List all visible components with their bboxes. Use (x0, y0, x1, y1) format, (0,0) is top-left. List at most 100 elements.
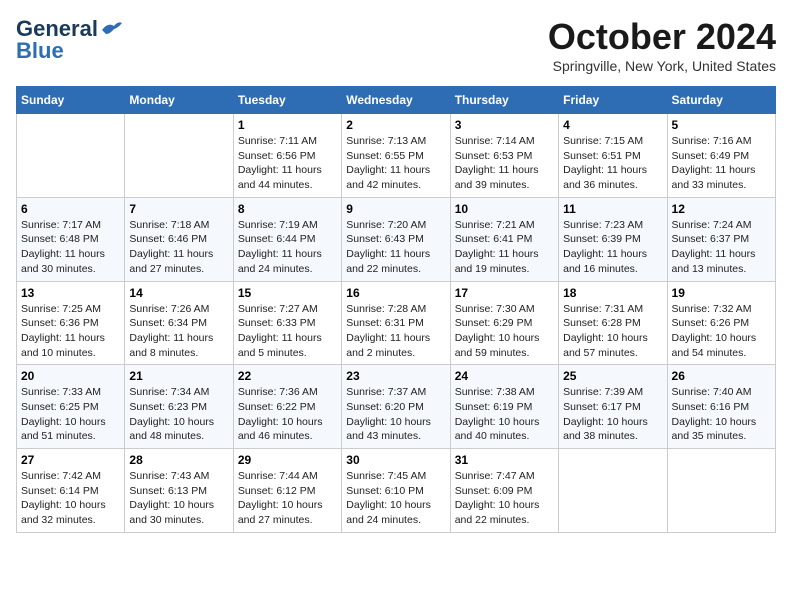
week-row-3: 13 Sunrise: 7:25 AM Sunset: 6:36 PM Dayli… (17, 281, 776, 365)
header-day-sunday: Sunday (17, 87, 125, 114)
day-number: 12 (672, 202, 771, 216)
cell-content: Sunrise: 7:43 AM Sunset: 6:13 PM Dayligh… (129, 469, 228, 528)
logo-bird-icon (100, 20, 122, 38)
header-day-wednesday: Wednesday (342, 87, 450, 114)
cell-content: Sunrise: 7:25 AM Sunset: 6:36 PM Dayligh… (21, 302, 120, 361)
day-number: 15 (238, 286, 337, 300)
cell-content: Sunrise: 7:40 AM Sunset: 6:16 PM Dayligh… (672, 385, 771, 444)
cell-content: Sunrise: 7:18 AM Sunset: 6:46 PM Dayligh… (129, 218, 228, 277)
calendar-cell: 31Sunrise: 7:47 AM Sunset: 6:09 PM Dayli… (450, 449, 558, 533)
cell-content: Sunrise: 7:33 AM Sunset: 6:25 PM Dayligh… (21, 385, 120, 444)
month-title: October 2024 (548, 16, 776, 58)
day-number: 7 (129, 202, 228, 216)
day-number: 18 (563, 286, 662, 300)
cell-content: Sunrise: 7:36 AM Sunset: 6:22 PM Dayligh… (238, 385, 337, 444)
calendar-cell: 23 Sunrise: 7:37 AM Sunset: 6:20 PM Dayli… (342, 365, 450, 449)
cell-content: Sunrise: 7:45 AM Sunset: 6:10 PM Dayligh… (346, 469, 445, 528)
day-number: 25 (563, 369, 662, 383)
cell-content: Sunrise: 7:19 AM Sunset: 6:44 PM Dayligh… (238, 218, 337, 277)
day-number: 2 (346, 118, 445, 132)
header-day-friday: Friday (559, 87, 667, 114)
day-number: 24 (455, 369, 554, 383)
calendar-cell: 22Sunrise: 7:36 AM Sunset: 6:22 PM Dayli… (233, 365, 341, 449)
calendar-cell: 15 Sunrise: 7:27 AM Sunset: 6:33 PM Dayli… (233, 281, 341, 365)
day-number: 10 (455, 202, 554, 216)
day-number: 6 (21, 202, 120, 216)
calendar-cell: 14 Sunrise: 7:26 AM Sunset: 6:34 PM Dayli… (125, 281, 233, 365)
header-day-tuesday: Tuesday (233, 87, 341, 114)
page-header: General Blue October 2024 Springville, N… (16, 16, 776, 74)
calendar-cell: 25Sunrise: 7:39 AM Sunset: 6:17 PM Dayli… (559, 365, 667, 449)
cell-content: Sunrise: 7:44 AM Sunset: 6:12 PM Dayligh… (238, 469, 337, 528)
calendar-cell: 17 Sunrise: 7:30 AM Sunset: 6:29 PM Dayli… (450, 281, 558, 365)
day-number: 11 (563, 202, 662, 216)
logo: General Blue (16, 16, 122, 64)
calendar-table: SundayMondayTuesdayWednesdayThursdayFrid… (16, 86, 776, 533)
cell-content: Sunrise: 7:21 AM Sunset: 6:41 PM Dayligh… (455, 218, 554, 277)
day-number: 3 (455, 118, 554, 132)
cell-content: Sunrise: 7:47 AM Sunset: 6:09 PM Dayligh… (455, 469, 554, 528)
header-row: SundayMondayTuesdayWednesdayThursdayFrid… (17, 87, 776, 114)
calendar-cell: 24 Sunrise: 7:38 AM Sunset: 6:19 PM Dayli… (450, 365, 558, 449)
week-row-4: 20 Sunrise: 7:33 AM Sunset: 6:25 PM Dayli… (17, 365, 776, 449)
cell-content: Sunrise: 7:15 AM Sunset: 6:51 PM Dayligh… (563, 134, 662, 193)
calendar-cell: 7 Sunrise: 7:18 AM Sunset: 6:46 PM Daylig… (125, 197, 233, 281)
cell-content: Sunrise: 7:17 AM Sunset: 6:48 PM Dayligh… (21, 218, 120, 277)
cell-content: Sunrise: 7:23 AM Sunset: 6:39 PM Dayligh… (563, 218, 662, 277)
day-number: 8 (238, 202, 337, 216)
calendar-cell: 1 Sunrise: 7:11 AM Sunset: 6:56 PM Daylig… (233, 114, 341, 198)
calendar-cell: 28 Sunrise: 7:43 AM Sunset: 6:13 PM Dayli… (125, 449, 233, 533)
calendar-cell: 11 Sunrise: 7:23 AM Sunset: 6:39 PM Dayli… (559, 197, 667, 281)
cell-content: Sunrise: 7:38 AM Sunset: 6:19 PM Dayligh… (455, 385, 554, 444)
day-number: 29 (238, 453, 337, 467)
day-number: 9 (346, 202, 445, 216)
day-number: 27 (21, 453, 120, 467)
calendar-cell: 26Sunrise: 7:40 AM Sunset: 6:16 PM Dayli… (667, 365, 775, 449)
cell-content: Sunrise: 7:26 AM Sunset: 6:34 PM Dayligh… (129, 302, 228, 361)
cell-content: Sunrise: 7:32 AM Sunset: 6:26 PM Dayligh… (672, 302, 771, 361)
cell-content: Sunrise: 7:14 AM Sunset: 6:53 PM Dayligh… (455, 134, 554, 193)
calendar-cell: 20 Sunrise: 7:33 AM Sunset: 6:25 PM Dayli… (17, 365, 125, 449)
cell-content: Sunrise: 7:37 AM Sunset: 6:20 PM Dayligh… (346, 385, 445, 444)
day-number: 23 (346, 369, 445, 383)
calendar-cell: 21 Sunrise: 7:34 AM Sunset: 6:23 PM Dayli… (125, 365, 233, 449)
logo-blue-text: Blue (16, 38, 64, 64)
day-number: 5 (672, 118, 771, 132)
cell-content: Sunrise: 7:20 AM Sunset: 6:43 PM Dayligh… (346, 218, 445, 277)
calendar-cell: 19Sunrise: 7:32 AM Sunset: 6:26 PM Dayli… (667, 281, 775, 365)
day-number: 17 (455, 286, 554, 300)
cell-content: Sunrise: 7:13 AM Sunset: 6:55 PM Dayligh… (346, 134, 445, 193)
calendar-cell (17, 114, 125, 198)
day-number: 1 (238, 118, 337, 132)
calendar-cell (667, 449, 775, 533)
day-number: 28 (129, 453, 228, 467)
cell-content: Sunrise: 7:11 AM Sunset: 6:56 PM Dayligh… (238, 134, 337, 193)
cell-content: Sunrise: 7:24 AM Sunset: 6:37 PM Dayligh… (672, 218, 771, 277)
cell-content: Sunrise: 7:16 AM Sunset: 6:49 PM Dayligh… (672, 134, 771, 193)
day-number: 20 (21, 369, 120, 383)
calendar-cell: 9 Sunrise: 7:20 AM Sunset: 6:43 PM Daylig… (342, 197, 450, 281)
calendar-cell: 6 Sunrise: 7:17 AM Sunset: 6:48 PM Daylig… (17, 197, 125, 281)
day-number: 21 (129, 369, 228, 383)
calendar-cell (559, 449, 667, 533)
week-row-5: 27Sunrise: 7:42 AM Sunset: 6:14 PM Dayli… (17, 449, 776, 533)
calendar-cell: 18 Sunrise: 7:31 AM Sunset: 6:28 PM Dayli… (559, 281, 667, 365)
cell-content: Sunrise: 7:27 AM Sunset: 6:33 PM Dayligh… (238, 302, 337, 361)
week-row-2: 6 Sunrise: 7:17 AM Sunset: 6:48 PM Daylig… (17, 197, 776, 281)
calendar-cell: 29 Sunrise: 7:44 AM Sunset: 6:12 PM Dayli… (233, 449, 341, 533)
cell-content: Sunrise: 7:34 AM Sunset: 6:23 PM Dayligh… (129, 385, 228, 444)
cell-content: Sunrise: 7:31 AM Sunset: 6:28 PM Dayligh… (563, 302, 662, 361)
day-number: 13 (21, 286, 120, 300)
calendar-cell: 16 Sunrise: 7:28 AM Sunset: 6:31 PM Dayli… (342, 281, 450, 365)
cell-content: Sunrise: 7:30 AM Sunset: 6:29 PM Dayligh… (455, 302, 554, 361)
title-area: October 2024 Springville, New York, Unit… (548, 16, 776, 74)
header-day-thursday: Thursday (450, 87, 558, 114)
day-number: 16 (346, 286, 445, 300)
calendar-cell: 5 Sunrise: 7:16 AM Sunset: 6:49 PM Daylig… (667, 114, 775, 198)
header-day-saturday: Saturday (667, 87, 775, 114)
day-number: 30 (346, 453, 445, 467)
day-number: 14 (129, 286, 228, 300)
location: Springville, New York, United States (548, 58, 776, 74)
day-number: 4 (563, 118, 662, 132)
cell-content: Sunrise: 7:28 AM Sunset: 6:31 PM Dayligh… (346, 302, 445, 361)
